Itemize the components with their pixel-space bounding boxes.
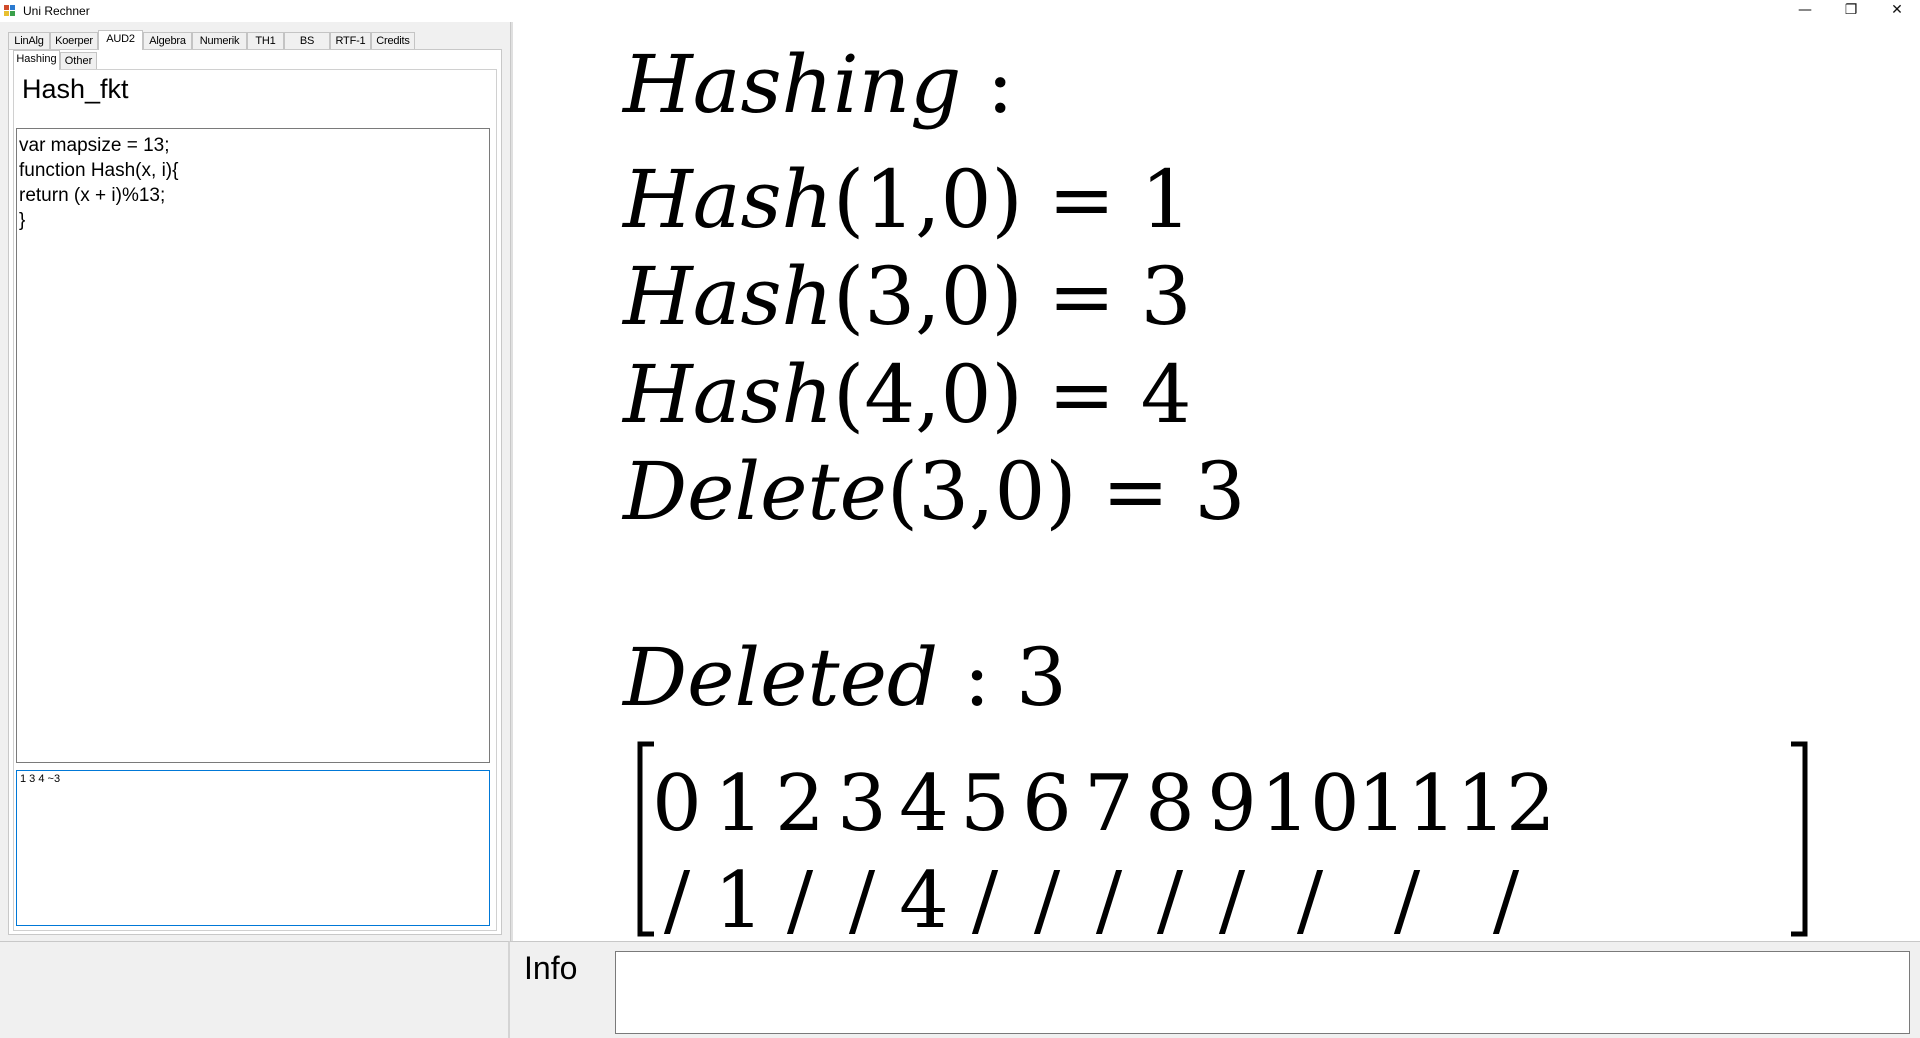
table-index-cell: 6 bbox=[1022, 759, 1072, 849]
equation-line: Delete(3,0) = 3 bbox=[621, 445, 1245, 538]
tab-aud2[interactable]: AUD2 bbox=[98, 30, 143, 50]
table-index-cell: 11 bbox=[1357, 759, 1456, 849]
close-button[interactable]: ✕ bbox=[1874, 0, 1920, 22]
restore-button[interactable]: ❐ bbox=[1828, 0, 1874, 22]
tab-numerik[interactable]: Numerik bbox=[192, 32, 247, 49]
table-value-cell: / bbox=[787, 856, 814, 941]
subtab-other[interactable]: Other bbox=[60, 52, 97, 69]
tab-koerper[interactable]: Koerper bbox=[50, 32, 98, 49]
matrix-right-bracket bbox=[1791, 741, 1808, 937]
minimize-icon: — bbox=[1798, 2, 1812, 18]
aud2-tab-page: Hashing Other Hash_fkt var mapsize = 13;… bbox=[8, 49, 502, 935]
table-index-cell: 9 bbox=[1207, 759, 1257, 849]
tab-linalg[interactable]: LinAlg bbox=[8, 32, 50, 49]
equation-lines: Hash(1,0) = 1Hash(3,0) = 3Hash(4,0) = 4D… bbox=[621, 153, 1245, 538]
app-icon bbox=[4, 5, 16, 17]
table-value-cell: / bbox=[972, 856, 999, 941]
hashing-page: Hash_fkt var mapsize = 13; function Hash… bbox=[13, 69, 497, 931]
equation-line: Hash(3,0) = 3 bbox=[621, 250, 1191, 343]
table-index-cell: 12 bbox=[1456, 759, 1555, 849]
info-panel: Info bbox=[510, 941, 1920, 1038]
info-label: Info bbox=[524, 950, 578, 986]
output-display: Hashing : Hash(1,0) = 1 Hash(3,0) = 3 Hash… bbox=[511, 22, 1920, 941]
table-value-cell: / bbox=[1297, 856, 1324, 941]
heading-text: Hashing : bbox=[621, 38, 1014, 131]
deleted-line: Deleted : 3 bbox=[621, 631, 1067, 724]
left-panel: LinAlg Koerper AUD2 Algebra Numerik TH1 … bbox=[0, 22, 511, 941]
minimize-button[interactable]: — bbox=[1782, 0, 1828, 22]
table-value-cell: / bbox=[1219, 856, 1246, 941]
hash-input-field[interactable]: 1 3 4 ~3 bbox=[16, 770, 490, 926]
table-value-cell: / bbox=[1394, 856, 1421, 941]
table-value-cell: / bbox=[664, 856, 691, 941]
title-bar: Uni Rechner — ❐ ✕ bbox=[0, 0, 1920, 23]
math-render: Hashing : Hash(1,0) = 1Hash(3,0) = 3Hash… bbox=[621, 38, 1808, 941]
table-index-cell: 5 bbox=[960, 759, 1010, 849]
table-index-cell: 1 bbox=[714, 759, 764, 849]
table-value-cell: / bbox=[1493, 856, 1520, 941]
table-index-cell: 3 bbox=[837, 759, 887, 849]
table-value-cell: 1 bbox=[714, 856, 764, 941]
table-value-cell: / bbox=[1157, 856, 1184, 941]
table-value-cell: / bbox=[1034, 856, 1061, 941]
table-value-cell: / bbox=[1096, 856, 1123, 941]
equation-line: Hash(4,0) = 4 bbox=[621, 348, 1191, 441]
table-index-cell: 4 bbox=[899, 759, 949, 849]
table-index-cell: 10 bbox=[1260, 759, 1359, 849]
tab-rtf-1[interactable]: RTF-1 bbox=[330, 32, 371, 49]
restore-icon: ❐ bbox=[1844, 2, 1858, 18]
table-index-cell: 8 bbox=[1145, 759, 1195, 849]
hash-function-label: Hash_fkt bbox=[22, 74, 129, 104]
tab-th1[interactable]: TH1 bbox=[247, 32, 284, 49]
table-index-cell: 7 bbox=[1084, 759, 1134, 849]
info-textbox[interactable] bbox=[615, 951, 1910, 1034]
bottom-left-panel bbox=[0, 941, 510, 1038]
tab-credits[interactable]: Credits bbox=[371, 32, 415, 49]
subtab-hashing[interactable]: Hashing bbox=[13, 50, 60, 70]
table-index-cell: 2 bbox=[775, 759, 825, 849]
table-value-cell: 4 bbox=[899, 856, 949, 941]
hash-table-matrix: 0 1 2 3 4 5 6 7 8 9 1011 12/1//4// / / / / / / bbox=[652, 759, 1555, 941]
table-value-cell: / bbox=[849, 856, 876, 941]
hash-code-editor[interactable]: var mapsize = 13; function Hash(x, i){ r… bbox=[16, 128, 490, 763]
tab-bs[interactable]: BS bbox=[284, 32, 330, 49]
equation-line: Hash(1,0) = 1 bbox=[621, 153, 1191, 246]
close-icon: ✕ bbox=[1891, 2, 1903, 18]
tab-algebra[interactable]: Algebra bbox=[143, 32, 192, 49]
window-title: Uni Rechner bbox=[23, 4, 90, 18]
table-index-cell: 0 bbox=[652, 759, 702, 849]
